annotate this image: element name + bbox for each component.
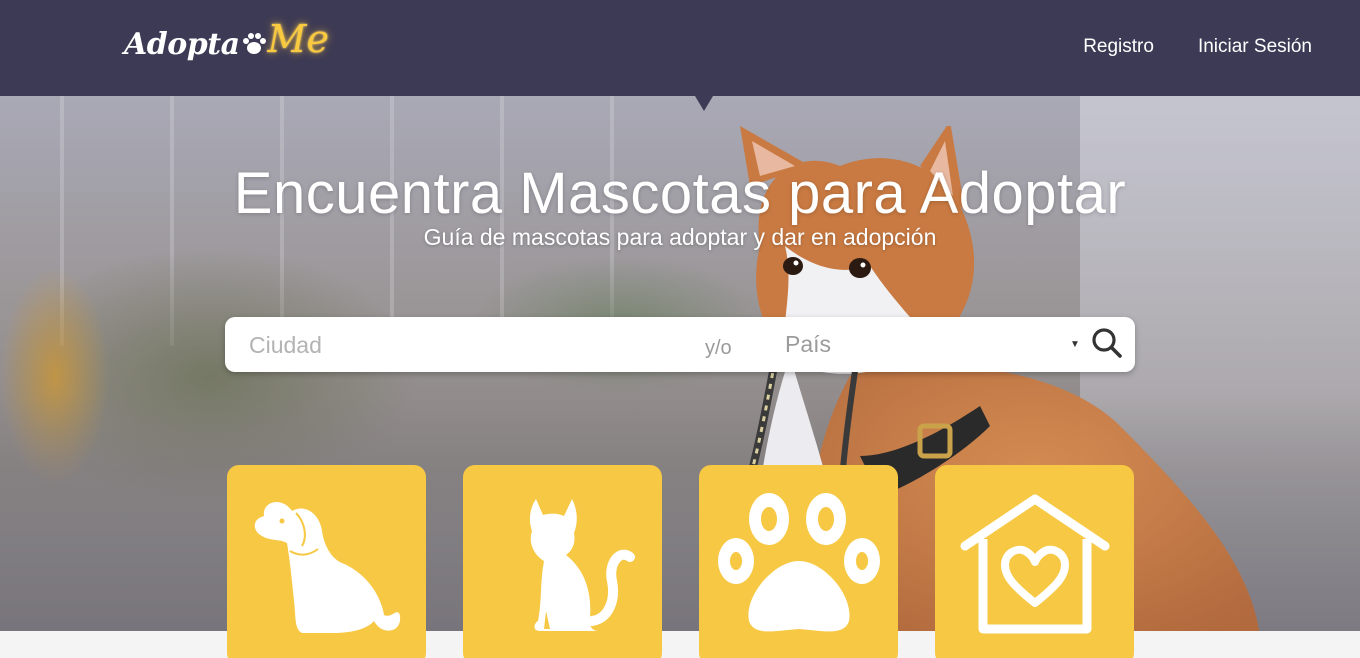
country-select[interactable]: País xyxy=(785,331,831,358)
dog-icon xyxy=(254,501,400,633)
dogs-category-card[interactable] xyxy=(227,465,426,658)
hero-subtitle: Guía de mascotas para adoptar y dar en a… xyxy=(423,224,937,250)
login-link[interactable]: Iniciar Sesión xyxy=(1198,36,1312,58)
nav-pointer-arrow xyxy=(695,96,713,111)
content-band xyxy=(0,631,1360,658)
search-connector: y/o xyxy=(705,337,732,359)
main-nav: Registro Iniciar Sesión xyxy=(1083,36,1312,58)
search-bar: y/o País ▼ xyxy=(225,317,1135,372)
city-input[interactable] xyxy=(249,329,689,361)
adoptame-logo[interactable]: Adopta Me xyxy=(124,14,329,74)
logo-paw-icon xyxy=(241,31,267,57)
logo-text-adopta: Adopta xyxy=(124,26,240,62)
paw-icon xyxy=(717,493,880,632)
cat-icon xyxy=(529,499,635,631)
heart-house-icon xyxy=(960,494,1109,634)
chevron-down-icon[interactable]: ▼ xyxy=(1070,339,1080,350)
shelters-category-card[interactable] xyxy=(935,465,1134,658)
logo-text-me: Me xyxy=(267,17,329,61)
top-navbar: Adopta Me Registro Iniciar Sesión xyxy=(0,0,1360,96)
search-icon[interactable] xyxy=(1091,327,1123,359)
other-pets-category-card[interactable] xyxy=(699,465,898,658)
register-link[interactable]: Registro xyxy=(1083,36,1154,58)
hero-title: Encuentra Mascotas para Adoptar xyxy=(233,161,1127,226)
cats-category-card[interactable] xyxy=(463,465,662,658)
